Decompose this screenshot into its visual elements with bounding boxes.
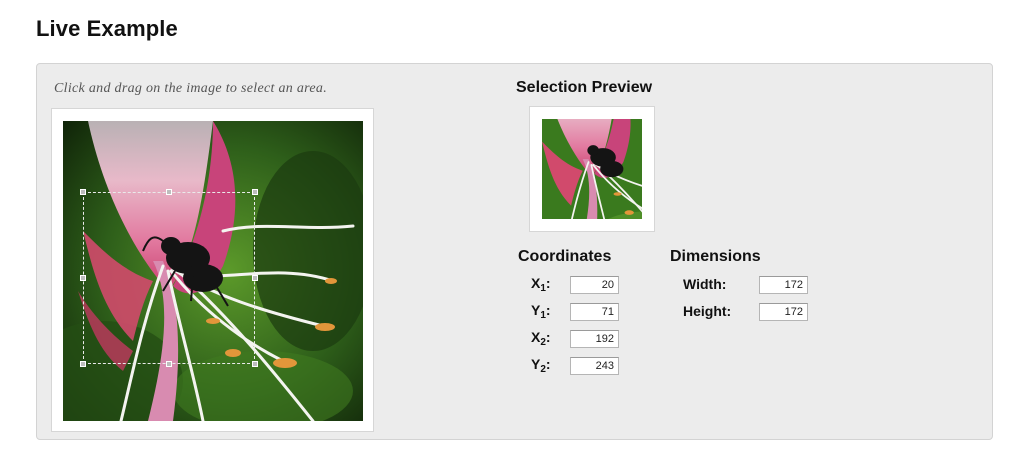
selection-preview-image	[542, 119, 642, 219]
dimensions-title: Dimensions	[670, 248, 761, 265]
handle-bottom[interactable]	[166, 361, 172, 367]
y1-input[interactable]	[570, 303, 619, 321]
width-label: Width:	[683, 276, 727, 292]
preview-title: Selection Preview	[516, 79, 653, 96]
handle-bottom-left[interactable]	[80, 361, 86, 367]
live-example-panel: Click and drag on the image to select an…	[36, 63, 993, 440]
y2-label: Y2:	[531, 356, 551, 375]
handle-top-right[interactable]	[252, 189, 258, 195]
y1-label: Y1:	[531, 302, 551, 321]
x2-input[interactable]	[570, 330, 619, 348]
image-frame	[51, 108, 374, 432]
handle-bottom-right[interactable]	[252, 361, 258, 367]
handle-top-left[interactable]	[80, 189, 86, 195]
handle-left[interactable]	[80, 275, 86, 281]
height-input[interactable]	[759, 303, 808, 321]
selection-box[interactable]	[80, 189, 258, 367]
preview-frame	[529, 106, 655, 232]
y2-input[interactable]	[570, 357, 619, 375]
height-label: Height:	[683, 303, 732, 319]
x1-label: X1:	[531, 275, 551, 294]
flower-photo[interactable]	[63, 121, 363, 421]
handle-right[interactable]	[252, 275, 258, 281]
page-title: Live Example	[36, 16, 178, 41]
instructions-text: Click and drag on the image to select an…	[54, 81, 328, 96]
x1-input[interactable]	[570, 276, 619, 294]
width-input[interactable]	[759, 276, 808, 294]
x2-label: X2:	[531, 329, 551, 348]
handle-top[interactable]	[166, 189, 172, 195]
coordinates-title: Coordinates	[518, 248, 612, 265]
